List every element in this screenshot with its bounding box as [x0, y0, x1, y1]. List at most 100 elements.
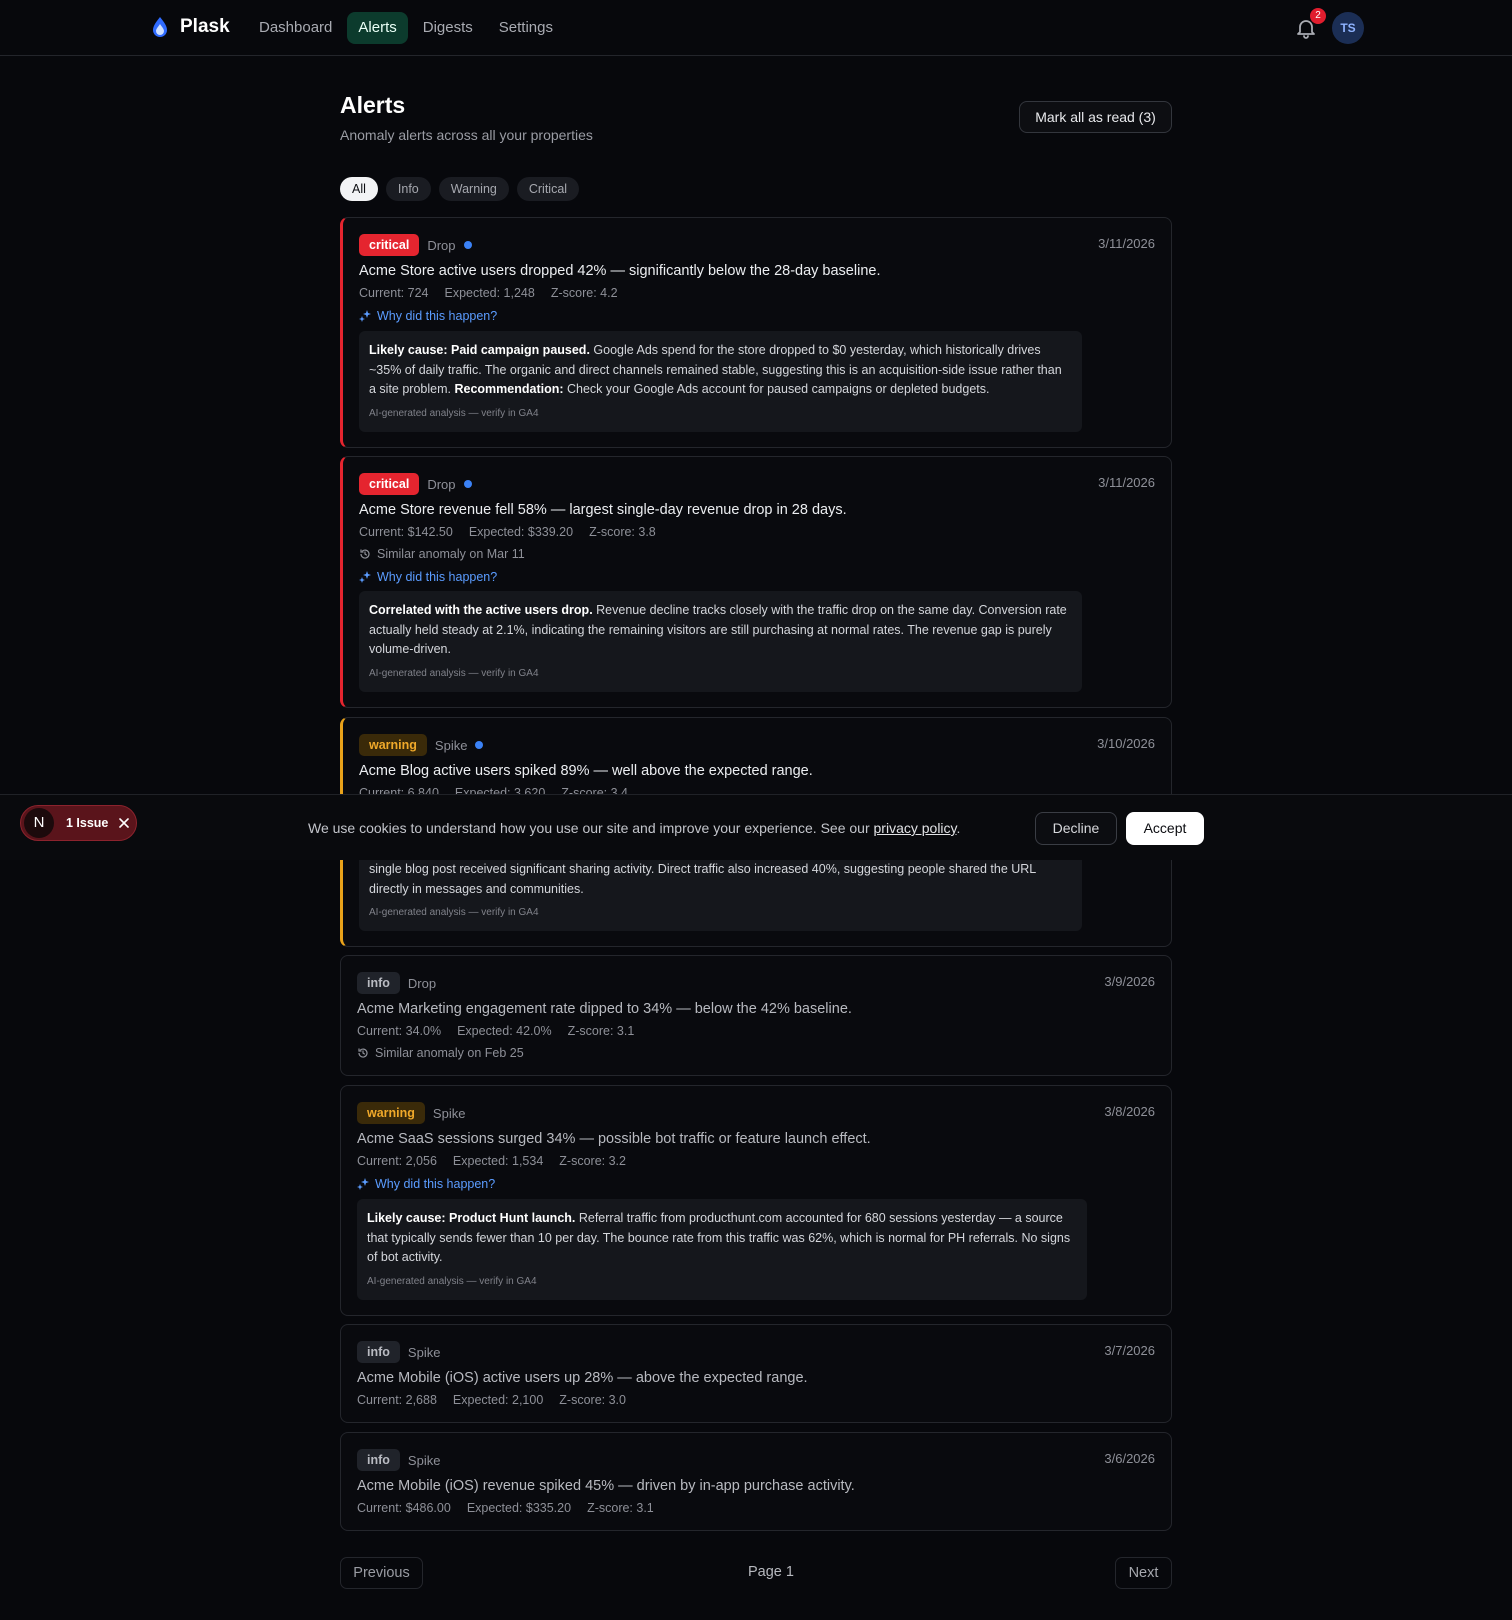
nav-digests[interactable]: Digests	[412, 12, 484, 44]
stat-current: Current: $486.00	[357, 1501, 451, 1515]
history-icon	[360, 549, 370, 559]
stat-expected: Expected: 42.0%	[457, 1024, 552, 1038]
stat-zscore: Z-score: 3.1	[567, 1024, 635, 1038]
stat-expected: Expected: 2,100	[452, 1393, 544, 1407]
alert-badges: warning Spike	[359, 734, 484, 756]
issues-label: 1 Issue	[66, 816, 109, 830]
nav-settings[interactable]: Settings	[488, 12, 564, 44]
alert-date: 3/6/2026	[1104, 1451, 1155, 1466]
alert-kind: Spike	[407, 1452, 441, 1468]
decline-button[interactable]: Decline	[1035, 812, 1117, 845]
alert-stats: Current: 2,688 Expected: 2,100 Z-score: …	[357, 1393, 626, 1407]
sparkle-icon	[359, 310, 371, 322]
stat-expected: Expected: 1,534	[452, 1154, 544, 1168]
filter-warning[interactable]: Warning	[438, 177, 509, 201]
alert-card[interactable]: info Spike 3/7/2026 Acme Mobile (iOS) ac…	[340, 1324, 1172, 1423]
brand-name: Plask	[180, 16, 230, 37]
stat-zscore: Z-score: 3.2	[559, 1154, 626, 1168]
nav-dashboard[interactable]: Dashboard	[248, 12, 343, 44]
cookie-text: We use cookies to understand how you use…	[308, 820, 960, 836]
severity-filters: All Info Warning Critical	[340, 177, 580, 201]
nav-alerts[interactable]: Alerts	[347, 12, 408, 44]
similar-label: Similar anomaly on Mar 11	[377, 547, 525, 561]
mark-all-read-button[interactable]: Mark all as read (3)	[1019, 101, 1172, 133]
stat-zscore: Z-score: 3.1	[587, 1501, 654, 1515]
severity-badge: warning	[359, 734, 427, 756]
alert-title: Acme Blog active users spiked 89% — well…	[359, 763, 813, 779]
ai-note: AI-generated analysis — verify in GA4	[367, 1275, 537, 1287]
alert-title: Acme Store revenue fell 58% — largest si…	[359, 502, 847, 518]
why-link[interactable]: Why did this happen?	[357, 1177, 495, 1191]
why-label: Why did this happen?	[377, 570, 498, 584]
alert-title: Acme Mobile (iOS) revenue spiked 45% — d…	[357, 1478, 855, 1494]
analysis-text: Likely cause: Paid campaign paused. Goog…	[369, 341, 1072, 400]
alert-stats: Current: 2,056 Expected: 1,534 Z-score: …	[357, 1154, 626, 1168]
page-title: Alerts	[340, 92, 406, 118]
alert-badges: info Spike	[357, 1341, 440, 1363]
severity-badge: info	[357, 1449, 400, 1471]
ai-analysis: Likely cause: Paid campaign paused. Goog…	[359, 331, 1082, 432]
alert-badges: critical Drop	[359, 473, 472, 495]
alert-card[interactable]: info Drop 3/9/2026 Acme Marketing engage…	[340, 955, 1172, 1076]
alert-card[interactable]: warning Spike 3/8/2026 Acme SaaS session…	[340, 1085, 1172, 1316]
avatar[interactable]: TS	[1332, 12, 1364, 44]
alert-date: 3/9/2026	[1104, 974, 1155, 989]
stat-current: Current: $142.50	[359, 525, 453, 539]
alert-kind: Drop	[427, 237, 456, 253]
next-button[interactable]: Next	[1115, 1557, 1172, 1589]
stat-current: Current: 2,688	[357, 1393, 437, 1407]
filter-critical[interactable]: Critical	[516, 177, 580, 201]
analysis-text: single blog post received significant sh…	[369, 862, 1036, 896]
similar-label: Similar anomaly on Feb 25	[375, 1046, 524, 1060]
cookie-banner: We use cookies to understand how you use…	[0, 794, 1512, 860]
unread-dot	[475, 741, 484, 749]
issues-indicator[interactable]: N 1 Issue	[20, 805, 137, 841]
brand[interactable]: Plask	[150, 16, 230, 38]
alert-date: 3/10/2026	[1097, 736, 1155, 751]
similar-anomaly: Similar anomaly on Feb 25	[357, 1046, 524, 1060]
stat-zscore: Z-score: 3.8	[589, 525, 656, 539]
alert-date: 3/8/2026	[1104, 1104, 1155, 1119]
analysis-lead: Likely cause: Paid campaign paused.	[369, 343, 590, 357]
page-subtitle: Anomaly alerts across all your propertie…	[340, 127, 593, 143]
nav-links: Dashboard Alerts Digests Settings	[248, 12, 564, 44]
alert-date: 3/11/2026	[1098, 236, 1155, 251]
why-label: Why did this happen?	[377, 309, 498, 323]
alert-card[interactable]: info Spike 3/6/2026 Acme Mobile (iOS) re…	[340, 1432, 1172, 1531]
ai-note: AI-generated analysis — verify in GA4	[369, 667, 539, 679]
accept-button[interactable]: Accept	[1126, 812, 1204, 845]
unread-dot	[463, 480, 472, 488]
previous-button[interactable]: Previous	[340, 1557, 423, 1589]
top-nav: Plask Dashboard Alerts Digests Settings …	[0, 0, 1512, 56]
alert-kind: Drop	[407, 975, 437, 991]
stat-expected: Expected: $339.20	[468, 525, 574, 539]
history-icon	[358, 1048, 368, 1058]
alert-card[interactable]: critical Drop 3/11/2026 Acme Store activ…	[340, 217, 1172, 448]
alert-badges: info Spike	[357, 1449, 440, 1471]
filter-info[interactable]: Info	[385, 177, 431, 201]
severity-badge: critical	[359, 234, 420, 256]
logo-icon	[153, 17, 167, 37]
alert-date: 3/11/2026	[1098, 475, 1155, 490]
analysis-text: Correlated with the active users drop. R…	[369, 601, 1072, 660]
privacy-policy-link[interactable]: privacy policy	[874, 820, 957, 836]
ai-analysis: Correlated with the active users drop. R…	[359, 591, 1082, 692]
issues-logo-icon: N	[24, 808, 54, 838]
alert-stats: Current: 34.0% Expected: 42.0% Z-score: …	[357, 1024, 634, 1038]
alert-kind: Spike	[432, 1105, 466, 1121]
alert-title: Acme SaaS sessions surged 34% — possible…	[357, 1131, 871, 1147]
close-icon[interactable]	[118, 817, 130, 829]
alert-stats: Current: $486.00 Expected: $335.20 Z-sco…	[357, 1501, 654, 1515]
ai-note: AI-generated analysis — verify in GA4	[369, 907, 539, 918]
why-label: Why did this happen?	[375, 1177, 496, 1191]
alert-date: 3/7/2026	[1104, 1343, 1155, 1358]
severity-badge: info	[357, 1341, 400, 1363]
alert-kind: Drop	[427, 476, 456, 492]
severity-badge: warning	[357, 1102, 425, 1124]
why-link[interactable]: Why did this happen?	[359, 309, 497, 323]
alert-card[interactable]: critical Drop 3/11/2026 Acme Store reven…	[340, 456, 1172, 708]
alert-kind: Spike	[407, 1344, 441, 1360]
filter-all[interactable]: All	[340, 177, 378, 201]
ai-note: AI-generated analysis — verify in GA4	[369, 407, 539, 419]
why-link[interactable]: Why did this happen?	[359, 570, 497, 584]
